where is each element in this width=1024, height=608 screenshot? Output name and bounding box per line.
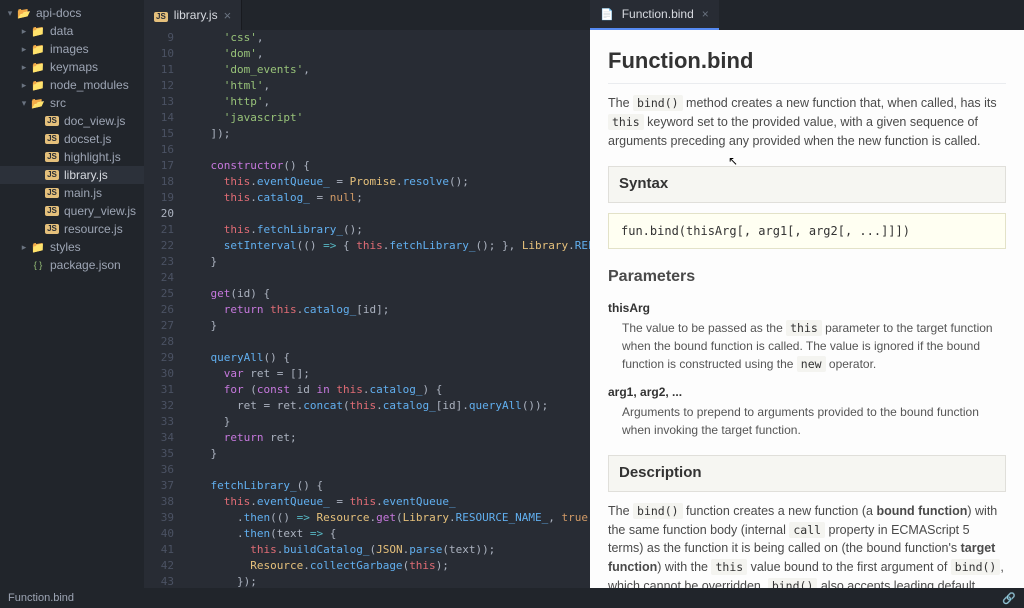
chevron-down-icon: ▾ bbox=[18, 98, 30, 109]
tree-folder-src[interactable]: ▾ src bbox=[0, 94, 144, 112]
file-label: library.js bbox=[64, 168, 108, 182]
folder-label: api-docs bbox=[36, 6, 81, 20]
tree-file[interactable]: JS docset.js bbox=[0, 130, 144, 148]
tree-folder[interactable]: ▸ data bbox=[0, 22, 144, 40]
close-icon[interactable]: × bbox=[702, 7, 709, 21]
json-file-icon bbox=[30, 260, 46, 270]
status-left: Function.bind bbox=[8, 592, 74, 604]
js-file-icon: JS bbox=[44, 170, 60, 180]
file-label: query_view.js bbox=[64, 204, 136, 218]
doc-content[interactable]: Function.bind The bind() method creates … bbox=[590, 30, 1024, 588]
doc-params-heading: Parameters bbox=[608, 265, 1006, 289]
chevron-right-icon: ▸ bbox=[18, 26, 30, 37]
documentation-pane: Function.bind × Function.bind The bind()… bbox=[590, 0, 1024, 588]
js-file-icon: JS bbox=[44, 188, 60, 198]
js-file-icon: JS bbox=[44, 134, 60, 144]
js-file-icon: JS bbox=[44, 206, 60, 216]
tree-file[interactable]: JS highlight.js bbox=[0, 148, 144, 166]
js-file-icon: JS bbox=[44, 224, 60, 234]
tree-file[interactable]: JS resource.js bbox=[0, 220, 144, 238]
doc-intro: The bind() method creates a new function… bbox=[608, 94, 1006, 150]
chevron-right-icon: ▸ bbox=[18, 44, 30, 55]
editor-tab[interactable]: JS library.js × bbox=[144, 0, 242, 30]
doc-tab[interactable]: Function.bind × bbox=[590, 0, 719, 30]
editor-tab-bar: JS library.js × bbox=[144, 0, 590, 30]
folder-open-icon bbox=[30, 97, 46, 110]
doc-description-body: The bind() function creates a new functi… bbox=[608, 502, 1006, 588]
chevron-right-icon: ▸ bbox=[18, 242, 30, 253]
file-label: main.js bbox=[64, 186, 102, 200]
file-label: doc_view.js bbox=[64, 114, 125, 128]
tree-folder[interactable]: ▸ keymaps bbox=[0, 58, 144, 76]
close-icon[interactable]: × bbox=[224, 8, 232, 23]
doc-title: Function.bind bbox=[608, 44, 1006, 84]
file-label: package.json bbox=[50, 258, 121, 272]
tree-folder[interactable]: ▸ images bbox=[0, 40, 144, 58]
tree-folder[interactable]: ▸ styles bbox=[0, 238, 144, 256]
tree-folder[interactable]: ▸ node_modules bbox=[0, 76, 144, 94]
js-file-icon: JS bbox=[44, 152, 60, 162]
tree-folder-root[interactable]: ▾ api-docs bbox=[0, 4, 144, 22]
doc-tab-label: Function.bind bbox=[622, 7, 694, 21]
folder-open-icon bbox=[16, 7, 32, 20]
folder-label: node_modules bbox=[50, 78, 129, 92]
tree-file[interactable]: JS main.js bbox=[0, 184, 144, 202]
tab-label: library.js bbox=[174, 8, 218, 22]
tree-file[interactable]: package.json bbox=[0, 256, 144, 274]
folder-label: styles bbox=[50, 240, 81, 254]
tree-file-active[interactable]: JS library.js bbox=[0, 166, 144, 184]
chevron-down-icon: ▾ bbox=[4, 8, 16, 19]
folder-label: images bbox=[50, 42, 89, 56]
chevron-right-icon: ▸ bbox=[18, 80, 30, 91]
tree-file[interactable]: JS doc_view.js bbox=[0, 112, 144, 130]
syntax-box: fun.bind(thisArg[, arg1[, arg2[, ...]]]) bbox=[608, 213, 1006, 249]
doc-syntax-heading: Syntax bbox=[608, 166, 1006, 203]
param-name: arg1, arg2, ... bbox=[608, 383, 1006, 401]
folder-icon bbox=[30, 61, 46, 74]
folder-label: src bbox=[50, 96, 66, 110]
line-gutter: 9101112131415161718192021222324252627282… bbox=[144, 30, 184, 588]
editor-pane: JS library.js × 910111213141516171819202… bbox=[144, 0, 590, 588]
file-label: resource.js bbox=[64, 222, 123, 236]
file-label: highlight.js bbox=[64, 150, 121, 164]
file-label: docset.js bbox=[64, 132, 111, 146]
param-desc: The value to be passed as the this param… bbox=[608, 319, 1006, 374]
code-editor[interactable]: 9101112131415161718192021222324252627282… bbox=[144, 30, 590, 588]
folder-icon bbox=[30, 43, 46, 56]
folder-icon bbox=[30, 25, 46, 38]
param-name: thisArg bbox=[608, 299, 1006, 317]
file-tree-sidebar[interactable]: ▾ api-docs ▸ data ▸ images ▸ keymaps ▸ node_… bbox=[0, 0, 144, 588]
code-area[interactable]: 'css', 'dom', 'dom_events', 'html', 'htt… bbox=[184, 30, 590, 588]
link-icon[interactable]: 🔗 bbox=[1002, 592, 1016, 605]
folder-label: data bbox=[50, 24, 73, 38]
tree-file[interactable]: JS query_view.js bbox=[0, 202, 144, 220]
folder-icon bbox=[30, 79, 46, 92]
status-bar: Function.bind 🔗 bbox=[0, 588, 1024, 608]
chevron-right-icon: ▸ bbox=[18, 62, 30, 73]
folder-label: keymaps bbox=[50, 60, 98, 74]
folder-icon bbox=[30, 241, 46, 254]
doc-tab-bar: Function.bind × bbox=[590, 0, 1024, 30]
param-desc: Arguments to prepend to arguments provid… bbox=[608, 403, 1006, 439]
doc-description-heading: Description bbox=[608, 455, 1006, 492]
js-file-icon: JS bbox=[44, 116, 60, 126]
js-file-icon: JS bbox=[154, 8, 168, 22]
document-icon bbox=[600, 7, 614, 21]
